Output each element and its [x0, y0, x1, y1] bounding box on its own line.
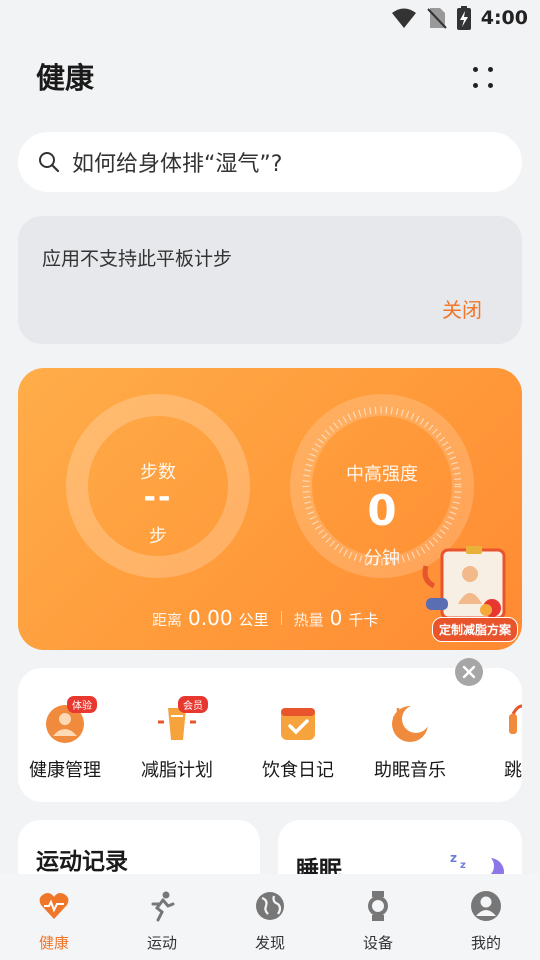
header: 健康	[36, 56, 512, 100]
nav-label: 运动	[146, 934, 177, 952]
shortcut-sleep-music[interactable]: 助眠音乐	[355, 668, 465, 802]
nav-health[interactable]: 健康	[0, 874, 108, 960]
intensity-value: 0	[367, 486, 397, 535]
calories-value: 0	[329, 606, 343, 630]
shortcut-health-management[interactable]: 体验 健康管理	[18, 668, 120, 802]
nav-label: 健康	[38, 934, 69, 952]
activity-summary-card[interactable]: 步数 -- 步 中高强度 0 分钟 距离 0.00 公里 热量 0 千卡 定制减…	[18, 368, 522, 650]
shortcut-label: 健康管理	[29, 760, 101, 781]
more-options-icon[interactable]	[468, 64, 498, 94]
nav-devices[interactable]: 设备	[324, 874, 432, 960]
trial-tag: 体验	[67, 696, 97, 713]
diet-diary-icon	[281, 708, 315, 740]
user-icon	[471, 891, 501, 921]
exercise-record-title: 运动记录	[36, 849, 128, 875]
notice-message: 应用不支持此平板计步	[42, 248, 233, 270]
shortcut-label: 助眠音乐	[374, 760, 446, 781]
status-bar: 4:00	[0, 0, 540, 36]
step-notice-card: 应用不支持此平板计步 关闭	[18, 216, 522, 344]
running-icon	[151, 891, 175, 922]
nav-label: 设备	[362, 934, 393, 952]
bottom-nav: 健康 运动 发现 设备 我的	[0, 874, 540, 960]
globe-icon	[256, 892, 284, 920]
shortcut-label: 跳绳	[504, 760, 522, 781]
page-title: 健康	[36, 61, 95, 95]
nav-label: 我的	[470, 934, 501, 952]
svg-text:z: z	[460, 860, 466, 871]
fat-loss-plan-badge[interactable]: 定制减脂方案	[431, 617, 518, 642]
sleep-music-icon	[392, 705, 430, 742]
battery-charging-icon	[456, 6, 471, 30]
nav-label: 发现	[254, 934, 285, 952]
activity-metrics: 距离 0.00 公里 热量 0 千卡	[152, 606, 378, 630]
search-hint: 如何给身体排“湿气”?	[72, 152, 283, 177]
steps-unit: 步	[149, 526, 167, 547]
steps-value: --	[143, 480, 173, 515]
calories-unit: 千卡	[348, 611, 379, 629]
shortcut-label: 减脂计划	[141, 760, 213, 781]
shortcut-bar: 体验 健康管理 会员 减脂计划 饮食日记 助眠音乐 跳	[18, 668, 522, 802]
shortcuts-close-icon[interactable]	[455, 658, 483, 686]
notice-close-button[interactable]: 关闭	[442, 294, 482, 323]
svg-text:z: z	[450, 851, 457, 865]
watch-icon	[368, 891, 388, 921]
jump-rope-icon	[509, 704, 522, 734]
nav-exercise[interactable]: 运动	[108, 874, 216, 960]
nav-discover[interactable]: 发现	[216, 874, 324, 960]
distance-label: 距离	[152, 611, 183, 629]
wifi-icon	[391, 8, 416, 28]
shortcut-label: 饮食日记	[262, 760, 334, 781]
search-bar[interactable]: 如何给身体排“湿气”?	[18, 132, 522, 192]
status-time: 4:00	[480, 7, 528, 29]
shortcut-jump-rope[interactable]: 跳绳	[467, 668, 522, 802]
no-sim-icon	[427, 8, 447, 29]
search-icon	[39, 152, 60, 173]
intensity-label: 中高强度	[346, 464, 418, 485]
heart-icon	[39, 893, 69, 919]
distance-unit: 公里	[238, 611, 269, 629]
calories-label: 热量	[293, 611, 324, 629]
metrics-divider	[280, 611, 282, 625]
nav-me[interactable]: 我的	[432, 874, 540, 960]
shortcut-fat-loss[interactable]: 会员 减脂计划	[122, 668, 232, 802]
shortcut-diet-diary[interactable]: 饮食日记	[243, 668, 353, 802]
member-tag: 会员	[178, 696, 208, 713]
steps-ring: 步数 -- 步	[66, 394, 250, 578]
distance-value: 0.00	[188, 606, 233, 630]
